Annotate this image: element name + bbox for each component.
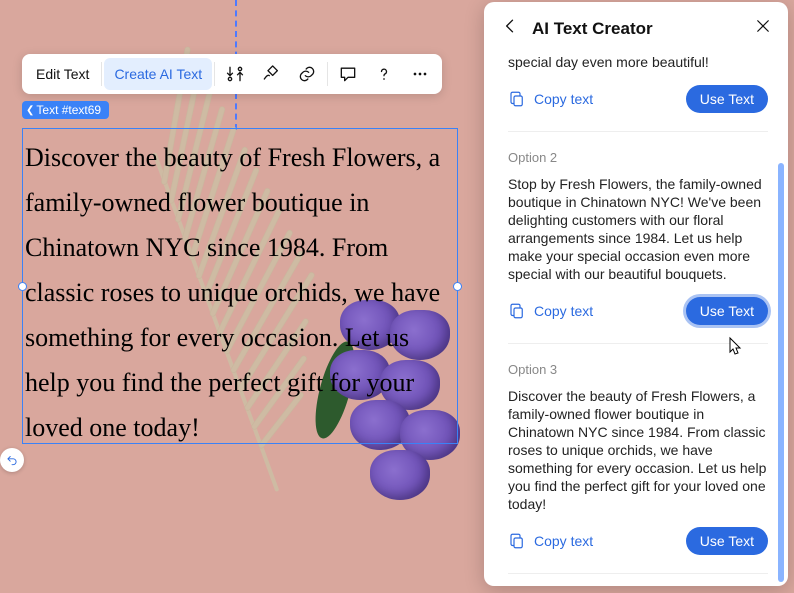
copy-text-link[interactable]: Copy text bbox=[508, 532, 593, 550]
selected-text-element[interactable]: Discover the beauty of Fresh Flowers, a … bbox=[22, 128, 458, 444]
copy-text-link[interactable]: Copy text bbox=[508, 302, 593, 320]
option-block-2: Option 2 Stop by Fresh Flowers, the fami… bbox=[508, 146, 768, 344]
undo-button[interactable] bbox=[0, 448, 24, 472]
copy-text-label: Copy text bbox=[534, 303, 593, 319]
use-text-button[interactable]: Use Text bbox=[686, 527, 768, 555]
option-block-1-partial: special day even more beautiful! Copy te… bbox=[508, 53, 768, 132]
close-button[interactable] bbox=[754, 17, 772, 40]
copy-text-label: Copy text bbox=[534, 91, 593, 107]
chevron-left-icon: ❮ bbox=[26, 105, 34, 116]
animation-icon[interactable] bbox=[217, 58, 253, 90]
ai-panel-body[interactable]: special day even more beautiful! Copy te… bbox=[484, 53, 788, 586]
ai-text-creator-panel: AI Text Creator special day even more be… bbox=[484, 2, 788, 586]
comment-icon[interactable] bbox=[330, 58, 366, 90]
create-ai-text-button[interactable]: Create AI Text bbox=[104, 58, 212, 90]
use-text-button[interactable]: Use Text bbox=[686, 297, 768, 325]
edit-text-button[interactable]: Edit Text bbox=[26, 58, 99, 90]
resize-handle-left[interactable] bbox=[18, 282, 27, 291]
option-text: Stop by Fresh Flowers, the family-owned … bbox=[508, 175, 768, 283]
copy-text-link[interactable]: Copy text bbox=[508, 90, 593, 108]
element-tag-label: Text #text69 bbox=[36, 103, 101, 117]
text-content[interactable]: Discover the beauty of Fresh Flowers, a … bbox=[23, 135, 447, 450]
help-icon[interactable] bbox=[366, 58, 402, 90]
link-icon[interactable] bbox=[289, 58, 325, 90]
option-text: special day even more beautiful! bbox=[508, 53, 768, 71]
ai-panel-title: AI Text Creator bbox=[532, 19, 754, 39]
element-tag[interactable]: ❮ Text #text69 bbox=[22, 101, 109, 119]
copy-text-label: Copy text bbox=[534, 533, 593, 549]
option-block-3: Option 3 Discover the beauty of Fresh Fl… bbox=[508, 358, 768, 574]
use-text-button[interactable]: Use Text bbox=[686, 85, 768, 113]
element-toolbar: Edit Text Create AI Text bbox=[22, 54, 442, 94]
back-button[interactable] bbox=[500, 16, 520, 41]
option-text: Discover the beauty of Fresh Flowers, a … bbox=[508, 387, 768, 513]
more-icon[interactable] bbox=[402, 58, 438, 90]
option-label: Option 3 bbox=[508, 362, 768, 377]
ai-panel-header: AI Text Creator bbox=[484, 2, 788, 53]
option-label: Option 2 bbox=[508, 150, 768, 165]
resize-handle-right[interactable] bbox=[453, 282, 462, 291]
path-icon[interactable] bbox=[253, 58, 289, 90]
scrollbar[interactable] bbox=[778, 163, 784, 582]
editor-canvas[interactable]: Edit Text Create AI Text ❮ Text #text69 … bbox=[0, 0, 794, 593]
